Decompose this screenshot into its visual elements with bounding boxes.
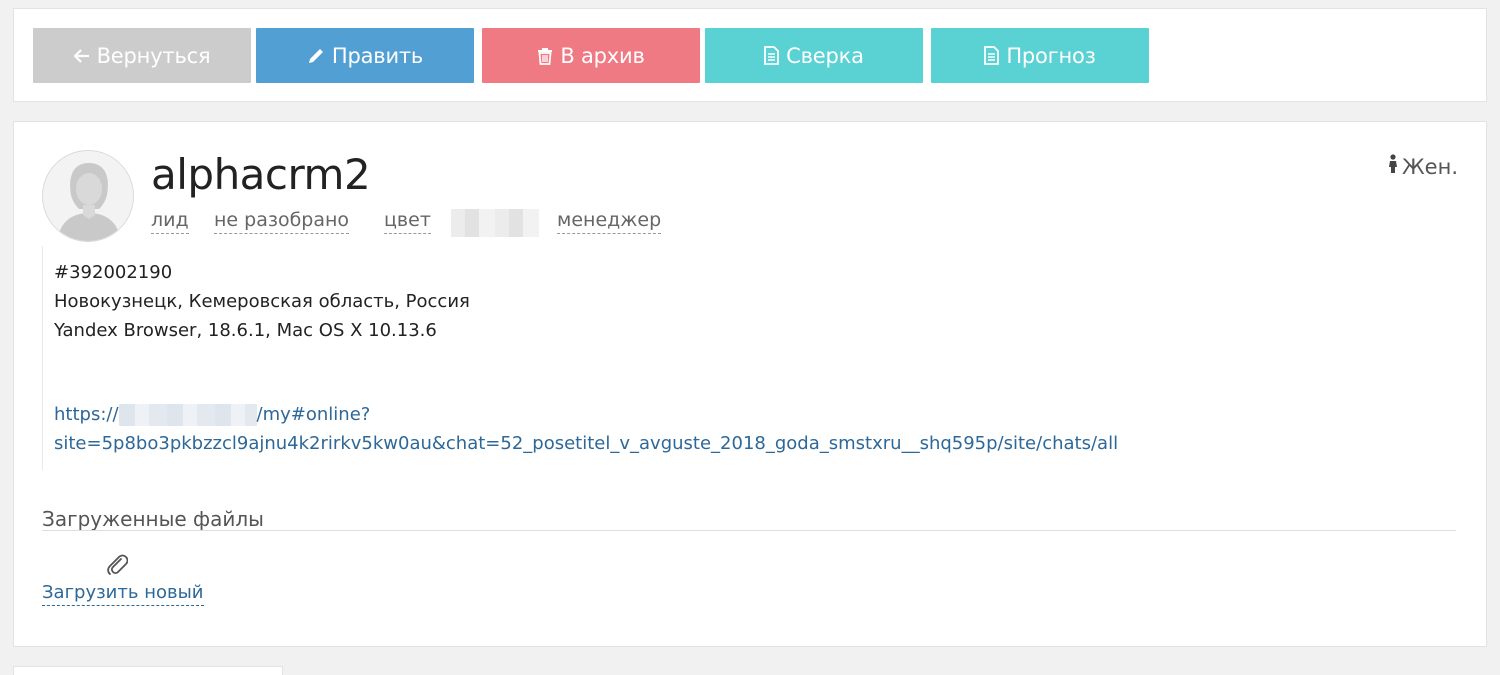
document-icon [984,46,1000,65]
status-tag[interactable]: не разобрано [214,208,350,234]
trash-icon [537,47,553,65]
back-button-label: Вернуться [96,43,211,68]
prognoz-button-label: Прогноз [1006,43,1096,68]
toolbar-panel: Вернуться Править В архив Сверка Прогноз [13,8,1487,102]
female-icon [1388,154,1398,179]
files-section-title: Загруженные файлы [42,507,264,531]
divider [42,530,1456,531]
contact-info: #392002190 Новокузнецк, Кемеровская обла… [42,246,1462,470]
upload-new-link[interactable]: Загрузить новый [42,582,204,606]
chat-link[interactable]: https:///my#online?site=5p8bo3pkbzzcl9aj… [54,400,1314,458]
edit-button-label: Править [331,43,424,68]
contact-card: alphacrm2 лид не разобрано цвет менеджер… [13,121,1487,647]
avatar-female-icon [43,151,133,241]
document-icon [764,46,780,65]
gender-label: Жен. [1402,154,1458,179]
edit-button[interactable]: Править [256,28,474,83]
prognoz-button[interactable]: Прогноз [931,28,1149,83]
archive-button[interactable]: В архив [482,28,700,83]
contact-id: #392002190 [54,262,173,283]
contact-location: Новокузнецк, Кемеровская область, Россия [54,291,470,312]
pencil-icon [307,47,325,65]
color-swatch-redacted [451,209,539,237]
arrow-left-icon [73,48,90,63]
paperclip-icon[interactable] [106,552,129,580]
color-tag[interactable]: цвет [384,208,431,234]
type-tag[interactable]: лид [151,208,189,234]
next-panel-edge [13,666,283,675]
back-button[interactable]: Вернуться [33,28,251,83]
avatar [42,150,134,242]
sverka-button[interactable]: Сверка [705,28,923,83]
sverka-button-label: Сверка [786,43,864,68]
contact-name: alphacrm2 [151,150,371,199]
gender-indicator: Жен. [1388,154,1458,179]
contact-browser: Yandex Browser, 18.6.1, Mac OS X 10.13.6 [54,320,437,341]
redacted-domain [118,404,257,426]
archive-button-label: В архив [560,43,645,68]
manager-tag[interactable]: менеджер [557,208,662,234]
chat-link-prefix: https:// [54,404,119,425]
